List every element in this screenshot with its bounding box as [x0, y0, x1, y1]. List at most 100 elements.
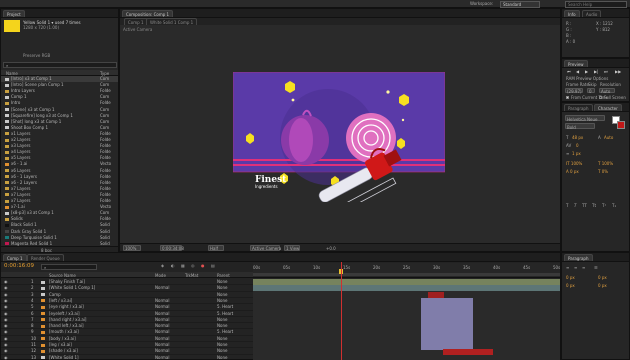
graph-editor-icon[interactable]: ▤ [211, 263, 215, 268]
faux-italic-button[interactable]: T [574, 203, 576, 208]
align-left-icon[interactable]: ≡ [566, 265, 569, 270]
space-before-value[interactable]: 0 px [566, 283, 575, 288]
next-frame-icon[interactable]: ▶| [594, 69, 598, 74]
comp-artwork[interactable]: Finest Ingredients [233, 72, 445, 202]
tab-info[interactable]: Info [564, 10, 580, 17]
folder-icon [5, 89, 9, 93]
small-caps-button[interactable]: Tt [592, 203, 596, 208]
frame-blend-icon[interactable]: ▦ [181, 263, 185, 268]
workspace-dropdown[interactable]: Standard [500, 0, 540, 8]
layer-type-icon [41, 356, 45, 360]
timeline-timecode[interactable]: 0:00:16:09 [4, 263, 34, 269]
ruler-label: 15s [343, 265, 351, 270]
all-caps-button[interactable]: TT [582, 203, 587, 208]
align-center-icon[interactable]: ≡ [574, 265, 577, 270]
track-bar-1[interactable] [253, 279, 560, 285]
tab-audio[interactable]: Audio [582, 10, 602, 17]
full-screen-checkbox[interactable] [599, 96, 602, 99]
tab-project[interactable]: Project [3, 10, 25, 17]
play-icon[interactable]: ▶ [585, 69, 588, 74]
font-family-dropdown[interactable]: Helvetica Neue [565, 115, 605, 122]
col-trkmat[interactable]: TrkMat [185, 273, 198, 278]
comp-icon [5, 95, 9, 99]
tab-timeline-comp1[interactable]: Comp 1 [3, 254, 27, 261]
shy-icon[interactable]: ◐ [171, 263, 175, 268]
font-size-value[interactable]: 48 px [572, 135, 583, 140]
project-col-name[interactable]: Name [6, 71, 18, 76]
track-bar-3[interactable] [428, 291, 444, 298]
metric-3[interactable]: A 0 px [566, 169, 579, 174]
stroke-value[interactable]: 1 px [572, 151, 581, 156]
subtab-white-solid[interactable]: White Solid 1 Comp 1 [146, 18, 198, 25]
timeline-search-input[interactable]: ⌕ [41, 264, 97, 270]
first-frame-icon[interactable]: ⏮ [567, 69, 571, 74]
preview-panel: Preview ⏮ ◀ ▶ ▶| ⏭ ▶▶ RAM Preview Option… [561, 58, 630, 102]
zoom-dropdown[interactable]: 100% [123, 245, 141, 251]
folder-icon [5, 181, 9, 185]
work-area-bar[interactable] [253, 273, 560, 276]
tab-preview[interactable]: Preview [564, 60, 588, 67]
resolution-preview-dropdown[interactable]: Auto [599, 88, 615, 94]
track-bar-bottom[interactable] [443, 349, 493, 355]
project-item-name: x1 Layers [11, 130, 31, 136]
tab-composition[interactable]: Composition: Comp 1 [122, 10, 174, 17]
camera-dropdown[interactable]: Active Camera [250, 245, 281, 251]
brainstorm-icon[interactable]: ● [201, 263, 205, 268]
metric-2[interactable]: T 100% [598, 161, 613, 166]
folder-icon [5, 138, 9, 142]
motion-blur-icon[interactable]: ◎ [191, 263, 195, 268]
col-source-name[interactable]: Source Name [49, 273, 76, 278]
layer-mode[interactable]: Normal [155, 355, 169, 360]
metric-4[interactable]: T 0% [598, 169, 608, 174]
superscript-button[interactable]: T¹ [602, 203, 606, 208]
font-style-dropdown[interactable]: Bold [565, 123, 595, 130]
search-help-input[interactable]: Search Help [565, 0, 627, 8]
subscript-button[interactable]: T₁ [612, 203, 616, 208]
tab-render-queue[interactable]: Render Queue [27, 254, 64, 261]
visibility-eye-icon[interactable]: ◉ [4, 355, 8, 360]
stroke-icon: ≡ [566, 151, 570, 156]
track-bar-2[interactable] [253, 285, 560, 292]
resolution-dropdown[interactable]: Half [208, 245, 224, 251]
project-col-type[interactable]: Type [100, 71, 109, 76]
tab-paragraph-top[interactable]: Paragraph [564, 104, 593, 111]
justify-icon[interactable]: ☰ [594, 265, 598, 270]
tracking-value[interactable]: 0 [576, 143, 579, 148]
views-value: 1 View [286, 246, 300, 251]
layer-name[interactable]: [White Solid 1] [49, 355, 79, 360]
stroke-color-swatch[interactable] [617, 121, 625, 129]
ram-options-label[interactable]: RAM Preview Options [566, 76, 608, 81]
frame-rate-dropdown[interactable]: (29.97) [565, 88, 583, 94]
indent-right-value[interactable]: 0 px [598, 275, 607, 280]
current-time-field[interactable]: 0:00:34:08 [160, 245, 184, 251]
subtab-comp1[interactable]: Comp 1 [124, 18, 148, 25]
skip-field[interactable]: 0 [587, 88, 595, 94]
metric-1[interactable]: IT 100% [566, 161, 582, 166]
ram-preview-icon[interactable]: ▶▶ [615, 69, 621, 74]
leading-value[interactable]: Auto [604, 135, 613, 140]
comp-icon [5, 126, 9, 130]
prev-frame-icon[interactable]: ◀ [576, 69, 579, 74]
draft-3d-icon[interactable]: ◈ [161, 263, 164, 268]
last-frame-icon[interactable]: ⏭ [604, 69, 608, 74]
indent-left-value[interactable]: 0 px [566, 275, 575, 280]
from-current-checkbox[interactable] [566, 96, 569, 99]
views-dropdown[interactable]: 1 View [284, 245, 300, 251]
project-search-input[interactable]: ⌕ [3, 62, 117, 68]
ruler-labels: 00s 05s 10s 15s 20s 25s 30s 35s 40s 45s 50s [253, 265, 560, 271]
track-bars-group[interactable] [421, 298, 473, 351]
layer-parent[interactable]: None [217, 355, 227, 360]
time-ruler[interactable]: 00s 05s 10s 15s 20s 25s 30s 35s 40s 45s 50s [253, 263, 560, 278]
space-after-value[interactable]: 0 px [598, 283, 607, 288]
character-panel: Paragraph Character Helvetica Neue Bold … [561, 102, 630, 252]
tab-paragraph[interactable]: Paragraph [564, 254, 593, 261]
col-parent[interactable]: Parent [217, 273, 230, 278]
col-mode[interactable]: Mode [155, 273, 166, 278]
faux-bold-button[interactable]: T [566, 203, 568, 208]
exposure-value[interactable]: +0.0 [326, 246, 336, 251]
layer-row[interactable]: ◉ 13 [White Solid 1] Normal None [1, 355, 253, 360]
project-item-name: [Shot] long x3 at Comp 1 [11, 118, 62, 124]
project-item-name: x6 - 2 Layers [11, 179, 37, 185]
align-right-icon[interactable]: ≡ [582, 265, 585, 270]
tab-character[interactable]: Character [594, 104, 622, 111]
